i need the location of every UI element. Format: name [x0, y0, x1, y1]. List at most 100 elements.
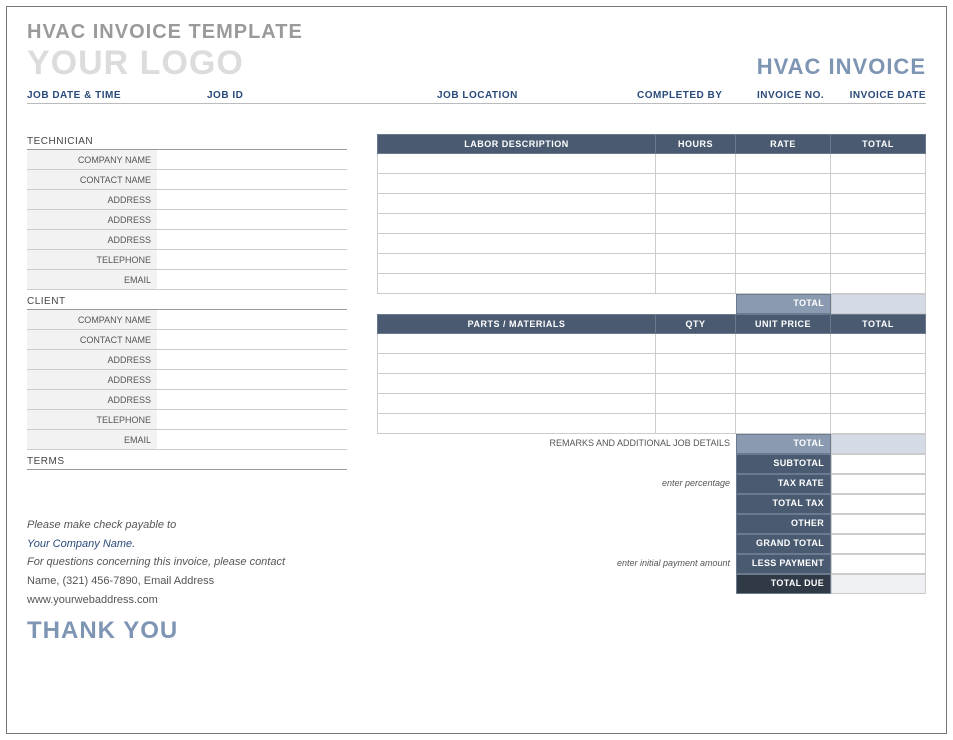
field-input[interactable] [157, 350, 347, 369]
table-cell[interactable] [831, 254, 926, 274]
table-cell[interactable] [378, 374, 656, 394]
table-cell[interactable] [831, 194, 926, 214]
col-job-location: JOB LOCATION [437, 90, 637, 101]
field-input[interactable] [157, 250, 347, 269]
field-row: ADDRESS [27, 390, 347, 410]
table-cell[interactable] [656, 214, 736, 234]
field-input[interactable] [157, 390, 347, 409]
totaldue-value[interactable] [831, 574, 926, 594]
table-cell[interactable] [656, 374, 736, 394]
grandtotal-value[interactable] [831, 534, 926, 554]
table-cell[interactable] [656, 174, 736, 194]
table-cell[interactable] [378, 414, 656, 434]
table-cell[interactable] [378, 334, 656, 354]
table-cell[interactable] [378, 394, 656, 414]
table-cell[interactable] [831, 334, 926, 354]
table-cell[interactable] [736, 234, 831, 254]
totaltax-value[interactable] [831, 494, 926, 514]
labor-table: LABOR DESCRIPTION HOURS RATE TOTAL [377, 134, 926, 294]
table-cell[interactable] [831, 154, 926, 174]
questions-web: www.yourwebaddress.com [27, 591, 347, 610]
parts-total-label: TOTAL [736, 434, 831, 454]
field-input[interactable] [157, 270, 347, 289]
table-row [378, 234, 926, 254]
field-input[interactable] [157, 190, 347, 209]
info-header-row: JOB DATE & TIME JOB ID JOB LOCATION COMP… [27, 82, 926, 104]
lesspayment-label: LESS PAYMENT [736, 554, 831, 574]
table-cell[interactable] [656, 194, 736, 214]
field-label: EMAIL [27, 430, 157, 449]
taxrate-value[interactable] [831, 474, 926, 494]
table-cell[interactable] [831, 414, 926, 434]
other-value[interactable] [831, 514, 926, 534]
labor-total-value[interactable] [831, 294, 926, 314]
table-cell[interactable] [656, 394, 736, 414]
labor-th-desc: LABOR DESCRIPTION [378, 135, 656, 154]
lesspayment-row: enter initial payment amount LESS PAYMEN… [377, 554, 926, 574]
parts-total-value[interactable] [831, 434, 926, 454]
table-cell[interactable] [831, 354, 926, 374]
table-cell[interactable] [378, 214, 656, 234]
table-cell[interactable] [656, 354, 736, 374]
left-column: TECHNICIAN COMPANY NAMECONTACT NAMEADDRE… [27, 134, 347, 645]
table-cell[interactable] [831, 274, 926, 294]
field-input[interactable] [157, 430, 347, 449]
totaltax-label: TOTAL TAX [736, 494, 831, 514]
table-cell[interactable] [736, 174, 831, 194]
table-cell[interactable] [378, 174, 656, 194]
table-cell[interactable] [831, 174, 926, 194]
table-cell[interactable] [378, 194, 656, 214]
table-cell[interactable] [656, 154, 736, 174]
table-cell[interactable] [736, 374, 831, 394]
col-completed-by: COMPLETED BY [637, 90, 757, 101]
subtotal-label: SUBTOTAL [736, 454, 831, 474]
table-cell[interactable] [378, 254, 656, 274]
logo-placeholder: YOUR LOGO [27, 46, 244, 80]
right-column: LABOR DESCRIPTION HOURS RATE TOTAL TOTAL… [377, 134, 926, 645]
remarks-label: REMARKS AND ADDITIONAL JOB DETAILS [377, 434, 736, 454]
table-cell[interactable] [378, 154, 656, 174]
table-cell[interactable] [656, 414, 736, 434]
col-invoice-date: INVOICE DATE [847, 90, 926, 101]
table-cell[interactable] [378, 234, 656, 254]
footer-block: Please make check payable to Your Compan… [27, 516, 347, 609]
field-input[interactable] [157, 370, 347, 389]
table-cell[interactable] [736, 214, 831, 234]
field-label: ADDRESS [27, 210, 157, 229]
taxrate-row: enter percentage TAX RATE [377, 474, 926, 494]
table-cell[interactable] [378, 354, 656, 374]
table-cell[interactable] [656, 334, 736, 354]
table-cell[interactable] [736, 414, 831, 434]
table-cell[interactable] [736, 354, 831, 374]
lesspayment-value[interactable] [831, 554, 926, 574]
field-input[interactable] [157, 150, 347, 169]
table-cell[interactable] [378, 274, 656, 294]
field-row: CONTACT NAME [27, 330, 347, 350]
table-cell[interactable] [831, 234, 926, 254]
table-cell[interactable] [831, 214, 926, 234]
table-cell[interactable] [831, 374, 926, 394]
client-section-label: CLIENT [27, 294, 347, 310]
subtotal-value[interactable] [831, 454, 926, 474]
table-cell[interactable] [736, 154, 831, 174]
field-input[interactable] [157, 230, 347, 249]
field-input[interactable] [157, 210, 347, 229]
field-input[interactable] [157, 330, 347, 349]
topline: YOUR LOGO HVAC INVOICE [27, 46, 926, 80]
table-cell[interactable] [736, 274, 831, 294]
grandtotal-label: GRAND TOTAL [736, 534, 831, 554]
table-cell[interactable] [736, 334, 831, 354]
table-cell[interactable] [736, 254, 831, 274]
table-cell[interactable] [656, 234, 736, 254]
table-cell[interactable] [656, 254, 736, 274]
field-input[interactable] [157, 170, 347, 189]
parts-th-total: TOTAL [831, 315, 926, 334]
table-cell[interactable] [736, 194, 831, 214]
field-input[interactable] [157, 310, 347, 329]
table-cell[interactable] [656, 274, 736, 294]
table-cell[interactable] [831, 394, 926, 414]
table-cell[interactable] [736, 394, 831, 414]
totaldue-label: TOTAL DUE [736, 574, 831, 594]
field-input[interactable] [157, 410, 347, 429]
payable-label: Please make check payable to [27, 516, 347, 535]
